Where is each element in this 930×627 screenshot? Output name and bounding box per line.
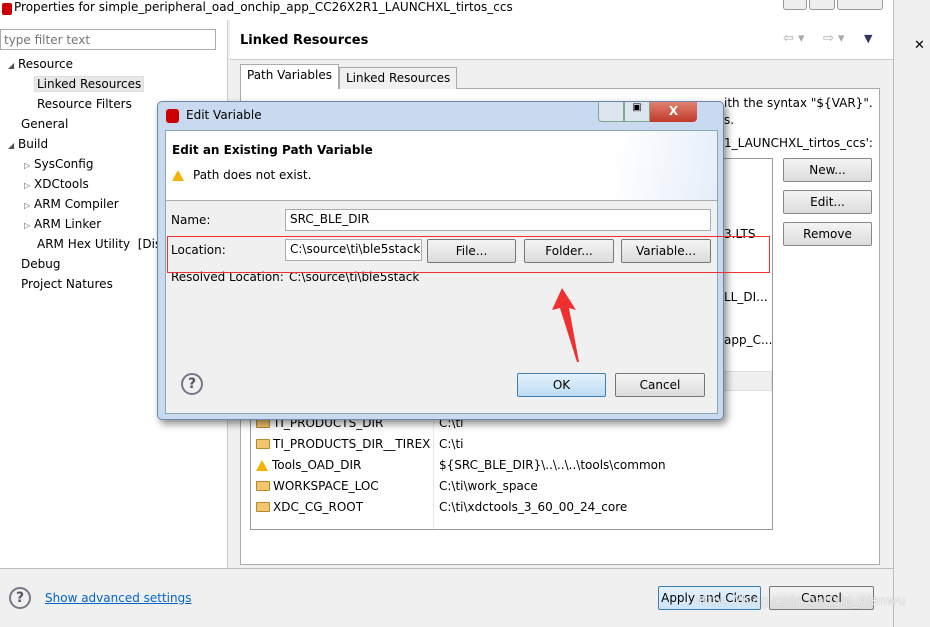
tree-label: Resource Filters: [37, 97, 132, 111]
warning-icon: [172, 170, 184, 181]
page-title: Linked Resources: [240, 33, 369, 48]
variable-value: C:\ti\xdctools_3_60_00_24_core: [439, 500, 628, 514]
table-row[interactable]: Tools_OAD_DIR: [256, 455, 361, 475]
tree-item-build[interactable]: ◢ Build: [8, 137, 48, 151]
folder-icon: [256, 439, 270, 449]
tree-item-xdctools[interactable]: ▷ XDCtools: [24, 177, 89, 191]
tree-item-sysconfig[interactable]: ▷ SysConfig: [24, 157, 93, 171]
tree-label: Build: [17, 137, 49, 151]
tree-label: Project Natures: [21, 277, 113, 291]
warning-icon: [256, 459, 268, 471]
maximize-button[interactable]: ▣: [624, 102, 650, 122]
collapsed-icon: ▷: [24, 161, 31, 170]
forward-icon[interactable]: ⇨ ▾: [823, 31, 845, 46]
arrow-shape: [552, 288, 579, 362]
table-row[interactable]: XDC_CG_ROOT: [256, 497, 363, 517]
help-icon[interactable]: ?: [181, 373, 203, 395]
folder-icon: [256, 481, 270, 491]
description-text: s.: [724, 113, 735, 127]
tree-item-arm-compiler[interactable]: ▷ ARM Compiler: [24, 197, 119, 211]
tree-label: ARM Compiler: [33, 197, 119, 211]
expanded-icon: ◢: [8, 141, 15, 150]
new-button[interactable]: New...: [783, 158, 872, 182]
expanded-icon: ◢: [8, 61, 15, 70]
page-header: Linked Resources ⇦ ▾ ⇨ ▾ ▼: [230, 20, 893, 60]
status-message: Path does not exist.: [193, 168, 312, 182]
variable-value: ${SRC_BLE_DIR}\..\..\..\tools\common: [439, 458, 666, 472]
remove-button[interactable]: Remove: [783, 222, 872, 246]
tree-label: ARM Linker: [33, 217, 102, 231]
watermark: https://blog.csdn.net/zhi_Alanwu: [694, 594, 906, 609]
tree-item-linked-resources[interactable]: Linked Resources: [34, 76, 145, 92]
variable-name: XDC_CG_ROOT: [273, 500, 364, 514]
annotation-highlight-box: [167, 236, 770, 273]
window-title: Properties for simple_peripheral_oad_onc…: [14, 0, 513, 14]
tree-item-project-natures[interactable]: Project Natures: [21, 277, 113, 291]
description-text: ith the syntax "${VAR}".: [724, 96, 873, 110]
tree-item-arm-linker[interactable]: ▷ ARM Linker: [24, 217, 101, 231]
filter-input[interactable]: [0, 29, 216, 50]
close-button[interactable]: X: [650, 102, 697, 122]
tree-item-debug[interactable]: Debug: [21, 257, 60, 271]
variable-name: TI_PRODUCTS_DIR__TIREX: [273, 437, 431, 451]
description-text: 1_LAUNCHXL_tirtos_ccs':: [724, 136, 873, 150]
footer-divider: [0, 568, 893, 569]
close-button[interactable]: [837, 0, 883, 10]
background-window: ✕: [893, 0, 930, 627]
tree-item-general[interactable]: General: [21, 117, 68, 131]
cancel-button[interactable]: Cancel: [615, 373, 705, 397]
edit-button[interactable]: Edit...: [783, 190, 872, 214]
annotation-arrow: [552, 288, 579, 362]
dialog-header: Edit an Existing Path Variable Path does…: [166, 131, 717, 201]
show-advanced-settings-link[interactable]: Show advanced settings: [45, 591, 192, 605]
ok-button[interactable]: OK: [517, 373, 606, 397]
tree-label: Resource: [17, 57, 74, 71]
maximize-button[interactable]: [809, 0, 835, 10]
back-icon[interactable]: ⇦ ▾: [783, 31, 805, 46]
table-row[interactable]: WORKSPACE_LOC: [256, 476, 379, 496]
minimize-button[interactable]: [598, 102, 624, 122]
tree-label: General: [21, 117, 69, 131]
collapsed-icon: ▷: [24, 181, 31, 190]
tab-linked-resources[interactable]: Linked Resources: [339, 67, 458, 89]
dialog-heading: Edit an Existing Path Variable: [172, 143, 373, 157]
close-icon: ✕: [914, 38, 925, 53]
tab-path-variables[interactable]: Path Variables: [240, 64, 340, 89]
variable-value: C:\ti\work_space: [439, 479, 538, 493]
collapsed-icon: ▷: [24, 201, 31, 210]
menu-icon[interactable]: ▼: [864, 32, 872, 45]
app-icon: [2, 3, 12, 15]
table-row[interactable]: TI_PRODUCTS_DIR__TIREX: [256, 434, 430, 454]
tree-item-resource-filters[interactable]: Resource Filters: [37, 97, 132, 111]
tree-label: XDCtools: [33, 177, 89, 191]
tree-item-resource[interactable]: ◢ Resource: [8, 57, 73, 71]
name-label: Name:: [171, 213, 211, 227]
collapsed-icon: ▷: [24, 221, 31, 230]
name-input[interactable]: SRC_BLE_DIR: [285, 209, 711, 231]
app-icon: [166, 109, 179, 123]
tree-label: Linked Resources: [37, 77, 142, 91]
folder-icon: [256, 502, 270, 512]
minimize-button[interactable]: [783, 0, 807, 10]
variable-name: Tools_OAD_DIR: [272, 458, 362, 472]
partial-value: app_C...: [724, 333, 773, 347]
tree-label: ARM Hex Utility [Dis: [37, 237, 162, 251]
tree-label: SysConfig: [33, 157, 94, 171]
partial-value: LL_DI...: [724, 290, 768, 304]
help-icon[interactable]: ?: [9, 587, 31, 609]
dialog-title: Edit Variable: [186, 108, 262, 122]
tree-label: Debug: [21, 257, 61, 271]
variable-value: C:\ti: [439, 437, 464, 451]
title-bar: Properties for simple_peripheral_oad_onc…: [0, 0, 893, 20]
variable-name: WORKSPACE_LOC: [273, 479, 379, 493]
